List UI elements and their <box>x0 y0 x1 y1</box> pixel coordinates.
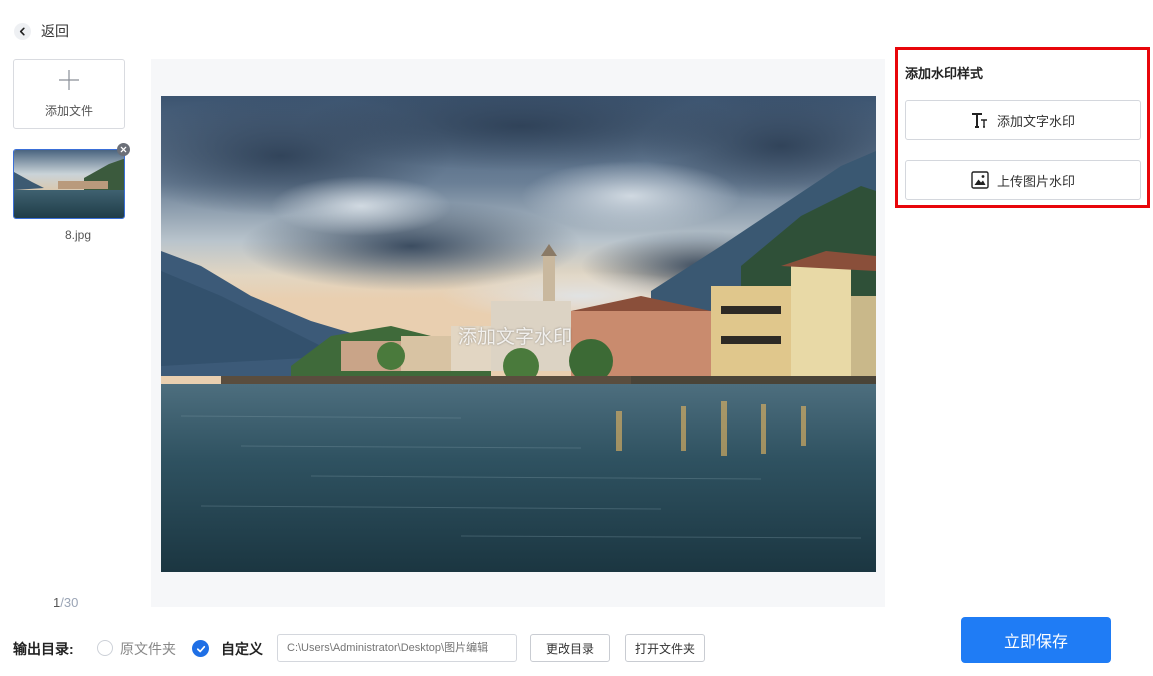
close-icon <box>120 146 127 153</box>
image-icon <box>971 171 989 189</box>
add-text-watermark-button[interactable]: 添加文字水印 <box>905 100 1141 140</box>
output-path-input[interactable] <box>277 634 517 662</box>
text-format-icon <box>971 112 989 128</box>
chevron-left-icon <box>14 22 31 40</box>
watermark-text-overlay[interactable]: 添加文字水印 <box>458 322 572 349</box>
plus-icon <box>58 69 80 96</box>
radio-original-folder-label[interactable]: 原文件夹 <box>120 639 176 659</box>
upload-image-watermark-button[interactable]: 上传图片水印 <box>905 160 1141 200</box>
watermark-style-title: 添加水印样式 <box>905 66 984 81</box>
page-counter: 1/30 <box>53 595 78 610</box>
upload-image-watermark-label: 上传图片水印 <box>996 173 1075 189</box>
thumbnail-image <box>14 150 124 218</box>
file-thumbnail[interactable] <box>13 149 125 219</box>
back-label: 返回 <box>41 23 69 39</box>
back-button[interactable]: 返回 <box>14 21 69 41</box>
add-file-button[interactable]: 添加文件 <box>13 59 125 129</box>
save-now-button[interactable]: 立即保存 <box>961 617 1111 663</box>
radio-original-folder[interactable] <box>97 640 113 656</box>
change-directory-button[interactable]: 更改目录 <box>530 634 610 662</box>
remove-file-button[interactable] <box>117 143 130 156</box>
counter-total: /30 <box>60 595 79 610</box>
radio-custom-label[interactable]: 自定义 <box>221 639 263 659</box>
output-directory-label: 输出目录: <box>13 641 74 657</box>
open-folder-button[interactable]: 打开文件夹 <box>625 634 705 662</box>
radio-custom[interactable] <box>192 640 209 657</box>
add-file-label: 添加文件 <box>44 104 93 118</box>
check-icon <box>196 644 206 654</box>
add-text-watermark-label: 添加文字水印 <box>996 113 1075 129</box>
file-name: 8.jpg <box>64 228 92 242</box>
